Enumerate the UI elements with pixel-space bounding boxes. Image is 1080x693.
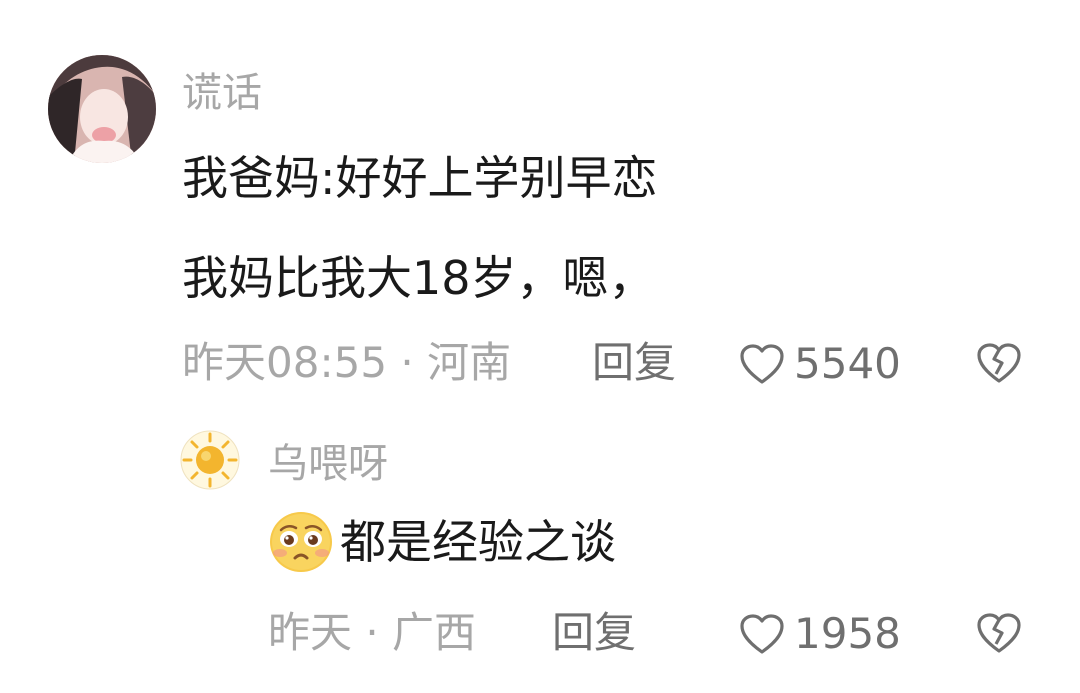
comment-meta: 昨天08:55 · 河南 (182, 338, 512, 387)
reply-user-avatar[interactable] (180, 430, 240, 490)
reply-like-count: 1958 (794, 609, 901, 658)
user-avatar[interactable] (48, 55, 156, 163)
reply-text: 都是经验之谈 (340, 515, 616, 569)
avatar-image (48, 55, 156, 163)
reply-reply-button[interactable]: 回复 (552, 612, 636, 654)
dislike-button[interactable] (975, 341, 1023, 385)
comment-thread: 谎话 我爸妈:好好上学别早恋 我妈比我大18岁，嗯， 昨天08:55 · 河南 … (0, 0, 1080, 693)
reply-like-button[interactable]: 1958 (738, 612, 901, 656)
reply-button[interactable]: 回复 (592, 342, 676, 384)
broken-heart-icon (977, 613, 1021, 653)
reply-username[interactable]: 乌喂呀 (268, 444, 388, 484)
heart-outline-icon (738, 342, 786, 386)
reply-dislike-button[interactable] (975, 611, 1023, 655)
comment-text-line-2: 我妈比我大18岁，嗯， (182, 251, 655, 305)
comment-username[interactable]: 谎话 (182, 73, 262, 113)
reply-text-row: 都是经验之谈 (266, 508, 616, 576)
comment-text-line-1: 我爸妈:好好上学别早恋 (182, 151, 658, 205)
broken-heart-icon (977, 343, 1021, 383)
reply-meta: 昨天 · 广西 (268, 608, 477, 657)
like-count: 5540 (794, 339, 901, 388)
pleading-face-emoji (270, 512, 332, 572)
heart-outline-icon (738, 612, 786, 656)
like-button[interactable]: 5540 (738, 342, 901, 386)
sun-avatar (180, 430, 240, 490)
